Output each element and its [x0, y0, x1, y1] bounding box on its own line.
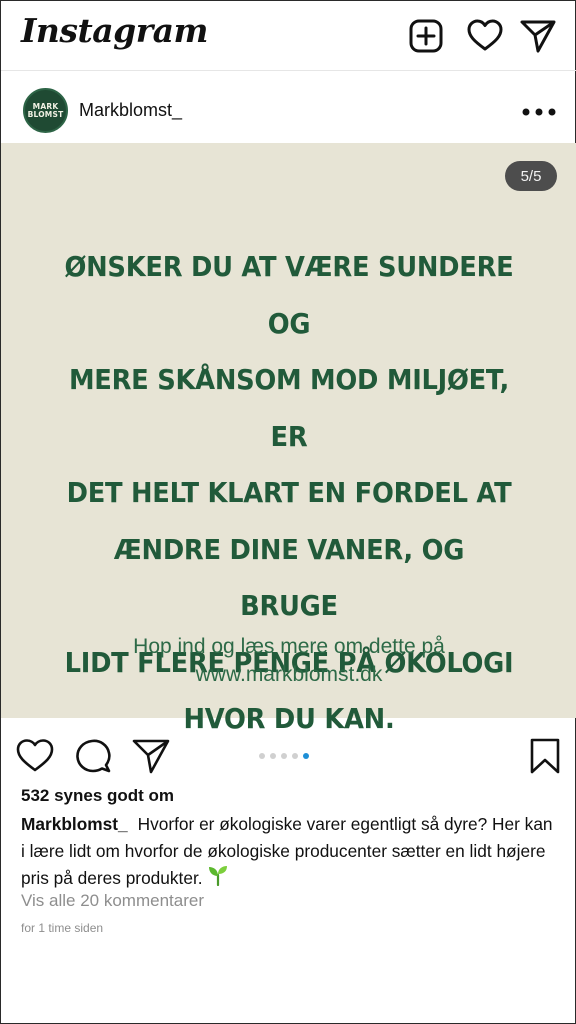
app-frame: Instagram MARK BLOMST Markblomst_ 5/5 ØN…	[0, 0, 576, 1024]
post-username[interactable]: Markblomst_	[79, 100, 182, 121]
carousel-dot-active	[303, 753, 309, 759]
heart-icon[interactable]	[466, 17, 504, 55]
share-send-icon[interactable]	[131, 736, 171, 776]
subline-url: www.markblomst.dk	[195, 663, 383, 686]
carousel-dot	[281, 753, 287, 759]
post-header: MARK BLOMST Markblomst_	[1, 71, 576, 143]
comment-icon[interactable]	[73, 736, 113, 776]
bookmark-icon[interactable]	[525, 736, 565, 776]
more-options-icon[interactable]	[519, 101, 559, 123]
carousel-dot	[259, 753, 265, 759]
headline-line: ÆNDRE DINE VANER, OG BRUGE	[113, 532, 465, 623]
caption-username[interactable]: Markblomst_	[21, 814, 128, 834]
carousel-dot	[270, 753, 276, 759]
carousel-dots	[259, 753, 309, 759]
headline-line: ØNSKER DU AT VÆRE SUNDERE OG	[64, 250, 514, 340]
likes-count[interactable]: 532 synes godt om	[21, 786, 174, 806]
carousel-dot	[292, 753, 298, 759]
seedling-icon	[207, 864, 229, 894]
carousel-counter-badge: 5/5	[505, 161, 557, 191]
subline-line: Hop ind og læs mere om dette på	[133, 635, 445, 658]
headline-line: DET HELT KLART EN FORDEL AT	[66, 476, 512, 509]
post-timestamp: for 1 time siden	[21, 921, 104, 935]
post-subline: Hop ind og læs mere om dette på www.mark…	[41, 633, 537, 689]
top-bar: Instagram	[1, 1, 576, 71]
like-heart-icon[interactable]	[15, 736, 55, 776]
new-post-icon[interactable]	[407, 17, 445, 55]
instagram-logo[interactable]: Instagram	[21, 11, 208, 50]
post-caption: Markblomst_ Hvorfor er økologiske varer e…	[21, 811, 561, 894]
avatar-text-bottom: BLOMST	[27, 109, 64, 119]
headline-line: HVOR DU KAN.	[183, 702, 395, 735]
send-icon[interactable]	[519, 17, 557, 55]
headline-line: MERE SKÅNSOM MOD MILJØET, ER	[68, 363, 510, 453]
view-all-comments-link[interactable]: Vis alle 20 kommentarer	[21, 891, 204, 911]
avatar[interactable]: MARK BLOMST	[23, 88, 68, 133]
